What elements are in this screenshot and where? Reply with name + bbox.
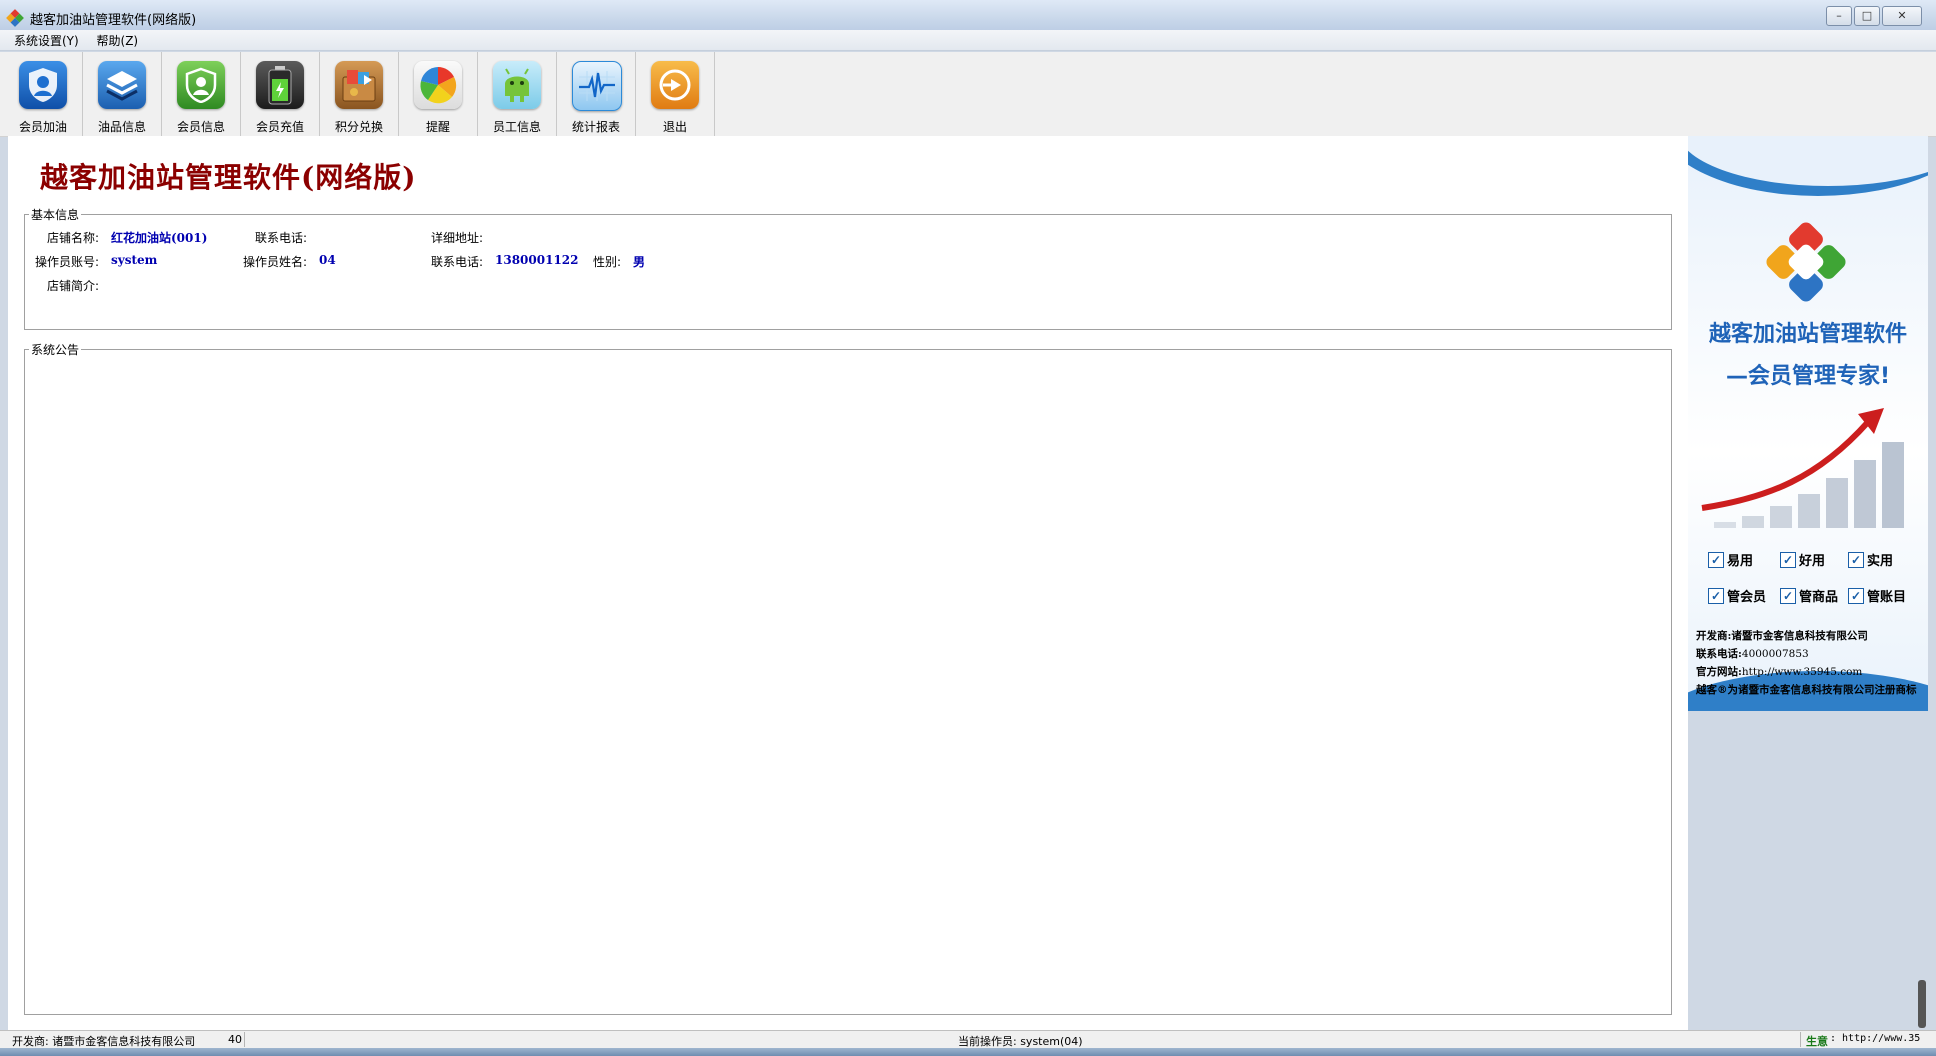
- feature-label: 好用: [1799, 554, 1826, 569]
- operator-phone-label: 联系电话:: [431, 255, 484, 269]
- main-panel: 越客加油站管理软件(网络版) 基本信息 店铺名称: 红花加油站(001) 联系电…: [8, 136, 1688, 1030]
- status-right-label: 生意: [1806, 1035, 1828, 1048]
- basic-info-legend: 基本信息: [31, 208, 80, 222]
- window-title: 越客加油站管理软件(网络版): [30, 13, 197, 28]
- operator-account-label: 操作员账号:: [35, 255, 100, 269]
- website-label: 官方网站:: [1696, 666, 1742, 678]
- status-divider: [1800, 1032, 1801, 1047]
- toolbar-label: 退出: [662, 120, 687, 134]
- toolbar-label: 提醒: [425, 120, 450, 134]
- shield-user-icon: [19, 61, 67, 109]
- phone-label: 联系电话:: [1696, 648, 1742, 660]
- window-controls: – □ ✕: [1826, 6, 1922, 26]
- app-logo-icon: [6, 9, 24, 27]
- store-phone-label: 联系电话:: [255, 231, 308, 245]
- feature-label: 管商品: [1799, 590, 1839, 605]
- toolbar-button-member-recharge[interactable]: 会员充值: [241, 52, 320, 136]
- battery-icon: [256, 61, 304, 109]
- menu-system-settings[interactable]: 系统设置(Y): [0, 30, 87, 49]
- toolbar-button-staff-info[interactable]: 员工信息: [478, 52, 557, 136]
- promo-banner: 越客加油站管理软件 —会员管理专家! ✓ 易用 ✓ 好用 ✓ 实用 ✓ 管会员 …: [1688, 136, 1928, 711]
- pulse-chart-icon: [572, 61, 622, 111]
- layers-icon: [98, 61, 146, 109]
- feature-check-easy: ✓ 易用: [1708, 550, 1753, 569]
- feature-check-goods: ✓ 管商品: [1780, 586, 1838, 605]
- operator-name-label: 操作员姓名:: [243, 255, 308, 269]
- toolbar-label: 会员充值: [255, 120, 304, 134]
- basic-info-group: 基本信息 店铺名称: 红花加油站(001) 联系电话: 详细地址: 操作员账号:…: [24, 206, 1672, 330]
- banner-logo-icon: [1766, 222, 1846, 302]
- gender-label: 性别:: [593, 255, 622, 269]
- toolbar-label: 员工信息: [492, 120, 541, 134]
- checkbox-icon: ✓: [1848, 551, 1864, 568]
- system-notice-legend: 系统公告: [31, 343, 80, 357]
- scrollbar-thumb[interactable]: [1918, 980, 1926, 1028]
- checkbox-icon: ✓: [1708, 551, 1724, 568]
- feature-check-practical: ✓ 实用: [1848, 550, 1893, 569]
- feature-label: 管账目: [1867, 590, 1907, 605]
- banner-title: 越客加油站管理软件: [1708, 322, 1907, 347]
- android-icon: [493, 61, 541, 109]
- feature-label: 实用: [1867, 554, 1894, 569]
- toolbar-button-points-exchange[interactable]: 积分兑换: [320, 52, 399, 136]
- status-current-operator: 当前操作员: system(04): [958, 1035, 1083, 1048]
- toolbar-label: 会员信息: [176, 120, 225, 134]
- status-divider: [244, 1032, 245, 1047]
- operator-name-value: 04: [319, 253, 336, 267]
- feature-check-good: ✓ 好用: [1780, 550, 1825, 569]
- page-title: 越客加油站管理软件(网络版): [40, 161, 417, 194]
- feature-check-members: ✓ 管会员: [1708, 586, 1766, 605]
- toolbar-label: 油品信息: [97, 120, 146, 134]
- menu-help[interactable]: 帮助(Z): [91, 30, 147, 49]
- checkbox-icon: ✓: [1848, 587, 1864, 604]
- toolbar-button-member-refuel[interactable]: 会员加油: [4, 52, 83, 136]
- checkbox-icon: ✓: [1708, 587, 1724, 604]
- toolbar-button-member-info[interactable]: 会员信息: [162, 52, 241, 136]
- exit-icon: [651, 61, 699, 109]
- feature-check-accounts: ✓ 管账目: [1848, 586, 1906, 605]
- checkbox-icon: ✓: [1780, 551, 1796, 568]
- status-bar: 开发商: 诸暨市金客信息科技有限公司 40 当前操作员: system(04) …: [0, 1030, 1936, 1049]
- trademark-line: 越客®为诸暨市金客信息科技有限公司注册商标: [1696, 684, 1917, 696]
- toolbar-button-statistics[interactable]: 统计报表: [557, 52, 636, 136]
- operator-phone-value: 1380001122: [495, 253, 579, 267]
- store-name-value: 红花加油站(001): [111, 231, 208, 245]
- website-value: http://www.35945.com: [1741, 666, 1863, 678]
- status-developer: 开发商: 诸暨市金客信息科技有限公司: [12, 1035, 196, 1048]
- system-notice-group: 系统公告: [24, 341, 1672, 1015]
- toolbar-button-reminder[interactable]: 提醒: [399, 52, 478, 136]
- toolbar-label: 统计报表: [571, 120, 620, 134]
- feature-label: 管会员: [1727, 590, 1767, 605]
- member-badge-icon: [177, 61, 225, 109]
- system-notice-content: [31, 364, 1665, 1008]
- toolbar-label: 会员加油: [18, 120, 67, 134]
- gift-box-icon: [335, 61, 383, 109]
- gender-value: 男: [633, 255, 646, 269]
- website-line: 官方网站:http://www.35945.com: [1696, 664, 1862, 679]
- minimize-button[interactable]: –: [1826, 6, 1852, 26]
- growth-chart-icon: [1701, 408, 1904, 528]
- developer-label: 开发商:: [1696, 630, 1732, 642]
- operator-account-value: system: [111, 253, 158, 267]
- status-number: 40: [228, 1033, 242, 1046]
- phone-line: 联系电话:4000007853: [1696, 646, 1809, 661]
- toolbar: 会员加油 油品信息 会员信息 会员充值 积分兑换 提醒 员工信息 统计报表 退出: [0, 52, 1936, 137]
- status-right-url: : http://www.35: [1830, 1033, 1921, 1044]
- checkbox-icon: ✓: [1780, 587, 1796, 604]
- developer-line: 开发商:诸暨市金客信息科技有限公司: [1696, 628, 1868, 643]
- address-label: 详细地址:: [431, 231, 484, 245]
- phone-value: 4000007853: [1741, 648, 1809, 660]
- toolbar-button-exit[interactable]: 退出: [636, 52, 715, 136]
- maximize-button[interactable]: □: [1854, 6, 1880, 26]
- menu-bar: 系统设置(Y) 帮助(Z): [0, 30, 1936, 51]
- toolbar-button-oil-info[interactable]: 油品信息: [83, 52, 162, 136]
- developer-value: 诸暨市金客信息科技有限公司: [1731, 630, 1868, 642]
- store-intro-label: 店铺简介:: [47, 279, 100, 293]
- colorful-circle-icon: [414, 61, 462, 109]
- taskbar-strip: [0, 1048, 1936, 1056]
- store-name-label: 店铺名称:: [47, 231, 100, 245]
- close-button[interactable]: ✕: [1882, 6, 1922, 26]
- toolbar-label: 积分兑换: [334, 120, 383, 134]
- feature-label: 易用: [1727, 554, 1754, 569]
